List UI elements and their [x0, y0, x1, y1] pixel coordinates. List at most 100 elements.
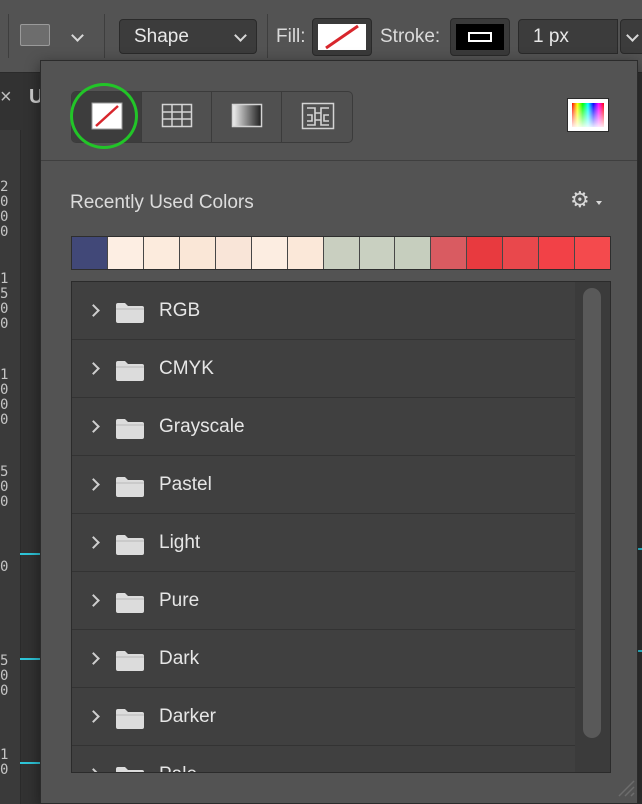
recent-color-swatch[interactable]	[359, 237, 396, 269]
recent-colors-label: Recently Used Colors	[70, 192, 254, 213]
no-fill-icon	[318, 24, 366, 50]
swatch-group-row[interactable]: Darker	[72, 688, 575, 746]
caret-down-icon[interactable]	[596, 201, 602, 205]
shape-preset-swatch[interactable]	[20, 24, 50, 46]
recent-color-swatch[interactable]	[431, 237, 468, 269]
recent-color-swatch[interactable]	[72, 237, 108, 269]
ruler-number: 2 0 0 0	[0, 179, 9, 240]
swatch-group-row[interactable]: Pastel	[72, 456, 575, 514]
ruler-number: 1 5 0 0	[0, 271, 9, 332]
scrollbar-thumb[interactable]	[583, 288, 601, 738]
swatch-group-label: CMYK	[159, 358, 214, 379]
tab-close-icon[interactable]: ×	[0, 86, 12, 109]
folder-icon	[116, 303, 144, 323]
stroke-width-dropdown[interactable]	[620, 19, 642, 54]
color-spectrum-icon	[572, 103, 604, 127]
mode-dropdown-value: Shape	[134, 26, 189, 47]
swatch-group-row[interactable]: RGB	[72, 282, 575, 340]
chevron-down-icon	[234, 29, 247, 42]
ruler-number: 1 0	[0, 747, 9, 778]
chevron-right-icon[interactable]	[87, 710, 100, 723]
ruler-number: 0	[0, 559, 9, 575]
ruler-number: 5 0 0	[0, 653, 9, 699]
swatch-group-row[interactable]: Pale	[72, 746, 575, 772]
divider	[41, 160, 637, 161]
swatch-group-label: Light	[159, 532, 201, 553]
ruler-number: 1 0 0 0	[0, 367, 9, 428]
recent-color-swatch[interactable]	[179, 237, 216, 269]
recent-color-swatch[interactable]	[395, 237, 432, 269]
stroke-width-field[interactable]: 1 px	[518, 19, 618, 54]
swatch-group-row[interactable]: Dark	[72, 630, 575, 688]
swatch-group-label: Darker	[159, 706, 217, 727]
chevron-right-icon[interactable]	[87, 652, 100, 665]
swatch-group-row[interactable]: Grayscale	[72, 398, 575, 456]
folder-icon	[116, 709, 144, 729]
color-picker-button[interactable]	[567, 98, 609, 132]
chevron-right-icon[interactable]	[87, 478, 100, 491]
chevron-right-icon[interactable]	[87, 420, 100, 433]
swatch-group-label: Dark	[159, 648, 200, 669]
recent-color-swatch[interactable]	[467, 237, 504, 269]
recent-color-swatch[interactable]	[575, 237, 611, 269]
stroke-label: Stroke:	[380, 26, 441, 47]
stroke-width-value: 1 px	[533, 26, 569, 47]
solid-color-mode-button[interactable]	[142, 92, 212, 142]
pattern-icon	[301, 102, 335, 130]
swatch-group-items: RGB CMYK Grayscale Pastel Light Pure Dark Darke…	[72, 282, 575, 772]
swatch-group-label: Pale	[159, 764, 197, 772]
gradient-mode-button[interactable]	[212, 92, 282, 142]
recent-color-swatch[interactable]	[143, 237, 180, 269]
folder-icon	[116, 477, 144, 497]
chevron-right-icon[interactable]	[87, 594, 100, 607]
chevron-right-icon[interactable]	[87, 536, 100, 549]
divider	[104, 14, 105, 58]
fill-label: Fill:	[276, 26, 306, 47]
guide-line	[20, 553, 40, 555]
recent-color-swatch[interactable]	[215, 237, 252, 269]
divider	[8, 14, 9, 58]
guide-line	[20, 762, 40, 764]
folder-icon	[116, 651, 144, 671]
swatch-groups-list: RGB CMYK Grayscale Pastel Light Pure Dark Darke…	[71, 281, 611, 773]
ruler-number: 5 0 0	[0, 464, 9, 510]
recent-color-swatch[interactable]	[323, 237, 360, 269]
recent-colors-row	[71, 236, 611, 270]
chevron-down-icon	[626, 29, 639, 42]
vertical-ruler: 2 0 0 0 1 5 0 0 1 0 0 0 5 0 0 0 5 0 0 1 …	[0, 130, 21, 804]
resize-grip-icon[interactable]	[615, 777, 635, 797]
mode-dropdown[interactable]: Shape	[119, 19, 257, 54]
chevron-right-icon[interactable]	[87, 768, 100, 772]
folder-icon	[116, 767, 144, 772]
chevron-right-icon[interactable]	[87, 362, 100, 375]
swatch-group-row[interactable]: Pure	[72, 572, 575, 630]
recent-color-swatch[interactable]	[539, 237, 576, 269]
recent-color-swatch[interactable]	[107, 237, 144, 269]
gear-icon[interactable]: ⚙	[570, 189, 590, 211]
recent-color-swatch[interactable]	[287, 237, 324, 269]
swatch-group-label: Pastel	[159, 474, 212, 495]
divider	[267, 14, 268, 58]
highlight-circle	[70, 83, 138, 149]
swatch-group-row[interactable]: CMYK	[72, 340, 575, 398]
folder-icon	[116, 535, 144, 555]
folder-icon	[116, 361, 144, 381]
grid-icon	[161, 103, 193, 128]
swatch-group-row[interactable]: Light	[72, 514, 575, 572]
fill-button[interactable]	[312, 18, 372, 56]
folder-icon	[116, 593, 144, 613]
swatch-group-label: RGB	[159, 300, 201, 321]
stroke-icon	[468, 32, 492, 42]
chevron-right-icon[interactable]	[87, 304, 100, 317]
swatch-group-label: Pure	[159, 590, 200, 611]
fill-swatch-panel: Recently Used Colors ⚙ RGB CMYK Grayscale P…	[40, 60, 638, 804]
stroke-button[interactable]	[450, 18, 510, 56]
swatch-group-label: Grayscale	[159, 416, 245, 437]
recent-color-swatch[interactable]	[251, 237, 288, 269]
gradient-icon	[231, 103, 263, 128]
guide-line	[20, 658, 40, 660]
chevron-down-icon[interactable]	[71, 29, 84, 42]
stroke-swatch	[456, 24, 504, 50]
pattern-mode-button[interactable]	[282, 92, 352, 142]
recent-color-swatch[interactable]	[503, 237, 540, 269]
